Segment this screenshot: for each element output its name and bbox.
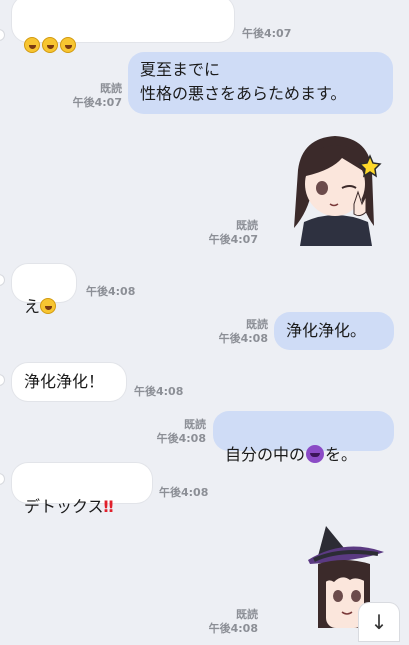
message-text: を。 bbox=[325, 445, 358, 464]
message-bubble-outgoing[interactable]: 自分の中の を。 bbox=[213, 411, 394, 464]
laughing-emoji-icon bbox=[60, 37, 76, 53]
message-bubble-incoming[interactable]: 浄化浄化！ bbox=[12, 363, 126, 401]
message-bubble-outgoing[interactable]: 夏至までに 性格の悪さをあらためます。 bbox=[128, 52, 393, 114]
message-time: 午後4:08 bbox=[208, 622, 258, 635]
message-text: デトックス bbox=[24, 497, 104, 516]
message-bubble-incoming[interactable] bbox=[12, 0, 234, 53]
read-receipt: 既読 bbox=[236, 608, 258, 621]
arrow-down-icon: ↓ bbox=[370, 610, 388, 634]
message-bubble-incoming[interactable]: デトックス‼ bbox=[12, 463, 152, 516]
message-text: え bbox=[24, 297, 41, 316]
message-time: 午後4:08 bbox=[218, 332, 268, 345]
message-text: 自分の中の bbox=[225, 445, 306, 464]
message-bubble-incoming[interactable]: え bbox=[12, 264, 76, 316]
message-time: 午後4:07 bbox=[242, 27, 292, 40]
message-time: 午後4:08 bbox=[134, 385, 184, 398]
scroll-to-bottom-button[interactable]: ↓ bbox=[359, 603, 399, 641]
read-receipt: 既読 bbox=[184, 418, 206, 431]
message-time: 午後4:08 bbox=[159, 486, 209, 499]
avatar[interactable] bbox=[0, 474, 4, 484]
message-bubble-outgoing[interactable]: 浄化浄化。 bbox=[274, 312, 394, 350]
read-receipt: 既読 bbox=[246, 318, 268, 331]
message-time: 午後4:08 bbox=[86, 285, 136, 298]
laughing-emoji-icon bbox=[40, 298, 57, 314]
laughing-emoji-icon bbox=[24, 37, 40, 53]
avatar[interactable] bbox=[0, 375, 4, 385]
read-receipt: 既読 bbox=[100, 82, 122, 95]
message-time: 午後4:08 bbox=[156, 432, 206, 445]
message-time: 午後4:07 bbox=[208, 233, 258, 246]
laughing-emoji-icon bbox=[42, 37, 58, 53]
girl-wink-sticker[interactable] bbox=[282, 130, 388, 246]
avatar[interactable] bbox=[0, 275, 4, 285]
message-time: 午後4:07 bbox=[72, 96, 122, 109]
devil-emoji-icon bbox=[306, 445, 325, 463]
avatar[interactable] bbox=[0, 30, 4, 40]
read-receipt: 既読 bbox=[236, 219, 258, 232]
double-exclamation-icon: ‼ bbox=[103, 497, 114, 516]
